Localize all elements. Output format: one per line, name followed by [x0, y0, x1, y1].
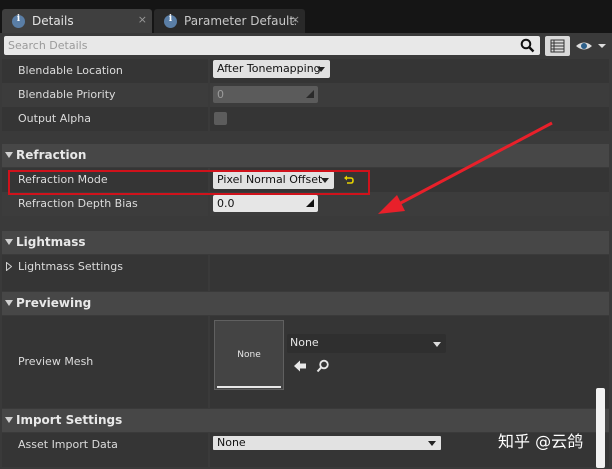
thumbnail-bar	[217, 386, 281, 388]
section-previewing[interactable]: Previewing	[2, 292, 609, 315]
import-settings-title: Import Settings	[16, 413, 123, 427]
collapse-caret-icon	[5, 152, 13, 158]
collapse-caret-icon	[5, 300, 13, 306]
refraction-depth-bias-value: 0.0	[217, 197, 235, 210]
chevron-down-icon	[428, 441, 436, 446]
lightmass-settings-value-cell	[210, 255, 609, 291]
previewing-title: Previewing	[16, 296, 92, 310]
property-matrix-button[interactable]	[545, 36, 570, 56]
output-alpha-label: Output Alpha	[18, 112, 91, 125]
tab-parameter-defaults-label: Parameter Defaults	[184, 14, 296, 28]
collapse-caret-icon	[5, 417, 13, 423]
section-lightmass[interactable]: Lightmass	[2, 231, 609, 254]
search-row	[0, 33, 612, 59]
blendable-location-name-cell: Blendable Location	[2, 59, 208, 83]
collapse-caret-icon	[5, 239, 13, 245]
asset-import-data-dropdown[interactable]: None	[213, 436, 441, 450]
lightmass-title: Lightmass	[16, 235, 86, 249]
preview-mesh-dropdown[interactable]: None	[287, 334, 446, 353]
blendable-location-value-cell: After Tonemapping	[210, 59, 609, 83]
search-icon[interactable]	[520, 38, 535, 53]
tab-parameter-defaults-close-button[interactable]: ×	[291, 13, 300, 26]
preview-mesh-name-cell: Preview Mesh	[2, 316, 208, 408]
refraction-depth-bias-name-cell: Refraction Depth Bias	[2, 192, 208, 216]
drag-handle-icon	[306, 199, 314, 207]
lightmass-settings-label: Lightmass Settings	[18, 260, 123, 273]
blendable-priority-label: Blendable Priority	[18, 88, 116, 101]
asset-import-data-label: Asset Import Data	[18, 438, 118, 451]
browse-search-icon[interactable]	[316, 359, 330, 373]
thumbnail-text: None	[237, 350, 261, 360]
lightmass-settings-name-cell[interactable]: Lightmass Settings	[2, 255, 208, 291]
output-alpha-checkbox[interactable]	[214, 112, 227, 125]
refraction-title: Refraction	[16, 148, 87, 162]
details-panel: Blendable Location After Tonemapping Ble…	[0, 33, 612, 469]
asset-import-data-name-cell: Asset Import Data	[2, 433, 208, 467]
view-options-button[interactable]	[574, 37, 610, 55]
search-input[interactable]	[8, 38, 508, 53]
output-alpha-name-cell: Output Alpha	[2, 107, 208, 131]
annotation-arrow	[378, 121, 553, 214]
blendable-priority-value-cell: 0	[210, 83, 609, 107]
refraction-depth-bias-label: Refraction Depth Bias	[18, 197, 138, 210]
eye-icon	[576, 42, 606, 50]
blendable-location-value: After Tonemapping	[217, 62, 321, 75]
asset-import-data-value: None	[217, 436, 246, 449]
drag-handle-icon	[306, 90, 314, 98]
preview-mesh-value: None	[290, 336, 319, 349]
blendable-location-dropdown[interactable]: After Tonemapping	[213, 60, 330, 78]
chevron-down-icon	[433, 342, 441, 347]
refraction-depth-bias-input[interactable]: 0.0	[213, 195, 318, 212]
expand-arrow-icon[interactable]	[6, 262, 12, 271]
tab-details-label: Details	[32, 14, 74, 28]
parameter-info-icon	[164, 14, 177, 28]
refraction-mode-highlight-box	[8, 170, 370, 195]
details-info-icon	[12, 14, 25, 28]
blendable-priority-value: 0	[217, 88, 224, 101]
tab-bar: Details × Parameter Defaults ×	[0, 0, 612, 33]
blendable-priority-input[interactable]: 0	[213, 86, 318, 103]
tab-parameter-defaults[interactable]: Parameter Defaults ×	[154, 9, 305, 33]
blendable-priority-name-cell: Blendable Priority	[2, 83, 208, 107]
chevron-down-icon	[317, 67, 325, 72]
scrollbar[interactable]	[596, 388, 605, 468]
tab-details[interactable]: Details ×	[2, 9, 152, 33]
preview-mesh-label: Preview Mesh	[18, 355, 94, 368]
row-blendable-location: Blendable Location After Tonemapping	[2, 59, 609, 83]
grid-list-icon	[550, 39, 565, 53]
blendable-location-label: Blendable Location	[18, 64, 123, 77]
tab-details-close-button[interactable]: ×	[138, 13, 147, 26]
search-box[interactable]	[4, 36, 540, 55]
row-blendable-priority: Blendable Priority 0	[2, 83, 609, 107]
preview-mesh-thumbnail[interactable]: None	[214, 320, 284, 390]
watermark: 知乎 @云鸽	[498, 432, 584, 451]
use-selected-arrow-icon[interactable]	[293, 359, 307, 373]
row-lightmass-settings: Lightmass Settings	[2, 255, 609, 291]
